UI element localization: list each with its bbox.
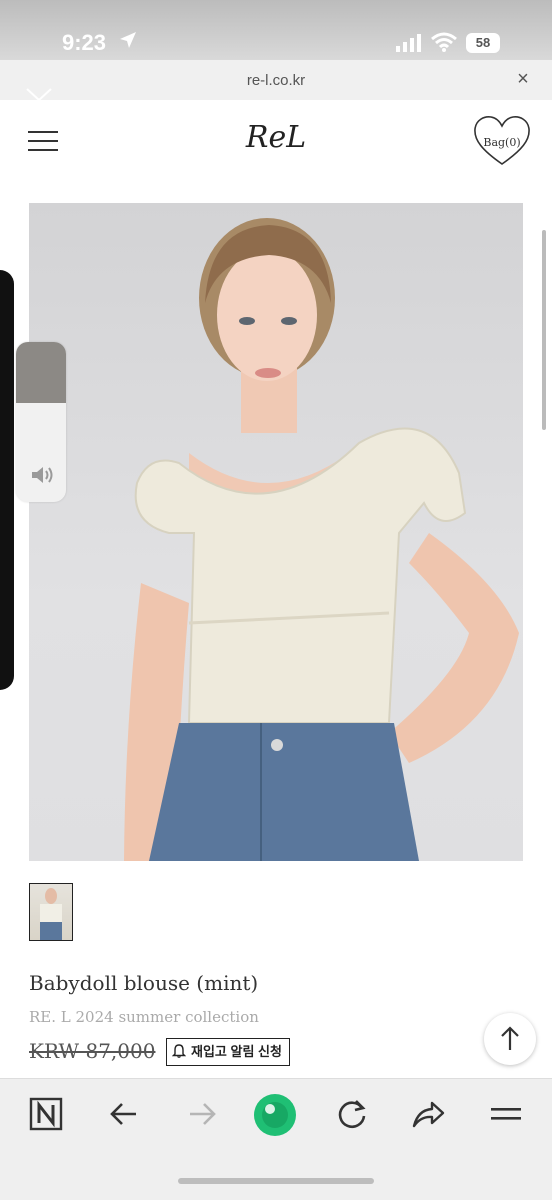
product-thumbnail[interactable] (29, 883, 73, 941)
product-name: Babydoll blouse (mint) (29, 971, 259, 995)
volume-slider[interactable] (16, 342, 66, 502)
battery-indicator: 58 (466, 33, 500, 53)
product-photo[interactable] (29, 203, 523, 861)
device-edge (0, 270, 14, 690)
close-icon[interactable]: × (512, 68, 534, 91)
url-text[interactable]: re-l.co.kr (0, 72, 552, 89)
volume-level-fill (16, 342, 66, 403)
bell-icon (172, 1044, 186, 1058)
location-arrow-icon (120, 32, 136, 48)
hamburger-menu-icon[interactable] (28, 130, 58, 152)
wifi-icon (431, 32, 457, 52)
status-time: 9:23 (62, 30, 107, 55)
thumbnail-image (40, 888, 62, 940)
speaker-icon (32, 467, 53, 483)
close-overlay-icon[interactable] (24, 86, 54, 132)
back-arrow-icon[interactable] (106, 1096, 142, 1132)
scroll-top-button[interactable] (484, 1013, 536, 1065)
site-logo[interactable]: ReL (240, 120, 312, 155)
menu-lines-icon[interactable] (488, 1096, 524, 1132)
share-icon[interactable] (410, 1096, 446, 1132)
bag-count-label[interactable]: Bag(0) (472, 136, 532, 149)
green-dot-icon[interactable] (252, 1092, 298, 1138)
browser-url-bar[interactable]: re-l.co.kr × (0, 60, 552, 101)
phone-screen: 9:23 58 re-l.co.kr × ReL Bag(0) Babydoll… (0, 0, 552, 1200)
home-indicator[interactable] (178, 1178, 374, 1184)
product-collection: RE. L 2024 summer collection (29, 1008, 259, 1026)
model-illustration (124, 218, 519, 861)
product-price: KRW 87,000 (29, 1039, 156, 1063)
signal-icon (396, 34, 421, 52)
forward-arrow-icon[interactable] (184, 1096, 220, 1132)
naver-n-icon[interactable] (28, 1096, 64, 1132)
reload-icon[interactable] (334, 1096, 370, 1132)
arrow-up-icon (501, 1026, 519, 1050)
scrollbar-thumb[interactable] (542, 230, 546, 430)
